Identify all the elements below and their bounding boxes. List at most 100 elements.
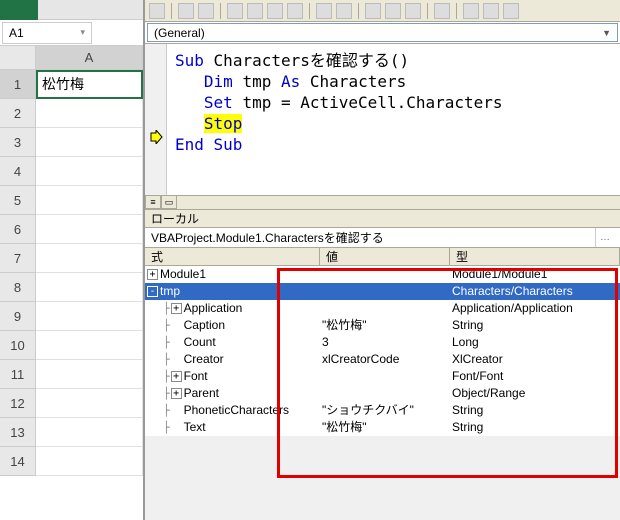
cell[interactable]: [36, 418, 143, 447]
locals-row[interactable]: ├+ ApplicationApplication/Application: [145, 300, 620, 317]
locals-row[interactable]: - tmpCharacters/Characters: [145, 283, 620, 300]
sheet-row: 11: [0, 360, 143, 389]
cell[interactable]: [36, 244, 143, 273]
break-icon[interactable]: [385, 3, 401, 19]
locals-row[interactable]: ├ Caption"松竹梅"String: [145, 317, 620, 334]
find-icon[interactable]: [287, 3, 303, 19]
collapse-icon[interactable]: -: [147, 286, 158, 297]
sheet-row: 10: [0, 331, 143, 360]
cell[interactable]: [36, 447, 143, 476]
locals-row[interactable]: ├ PhoneticCharacters"ショウチクバイ"String: [145, 402, 620, 419]
redo-icon[interactable]: [336, 3, 352, 19]
locals-header-expr[interactable]: 式: [145, 248, 320, 265]
cell[interactable]: [36, 215, 143, 244]
vbe-toolbar: [145, 0, 620, 22]
row-header[interactable]: 9: [0, 302, 36, 331]
expand-icon[interactable]: +: [171, 303, 182, 314]
cell[interactable]: [36, 302, 143, 331]
cell[interactable]: [36, 128, 143, 157]
row-header[interactable]: 5: [0, 186, 36, 215]
sheet-row: 8: [0, 273, 143, 302]
sheet-row: 6: [0, 215, 143, 244]
row-header[interactable]: 7: [0, 244, 36, 273]
sheet-row: 9: [0, 302, 143, 331]
hscroll-track[interactable]: [177, 195, 620, 209]
reset-icon[interactable]: [405, 3, 421, 19]
locals-type: Long: [450, 334, 620, 351]
proc-view-icon[interactable]: ≡: [145, 195, 161, 209]
tree-line-icon: ├: [163, 368, 169, 385]
row-header[interactable]: 4: [0, 157, 36, 186]
code-text[interactable]: Sub Charactersを確認する() Dim tmp As Charact…: [145, 44, 620, 155]
expand-icon[interactable]: +: [171, 388, 182, 399]
locals-context-dropdown[interactable]: …: [595, 228, 614, 247]
locals-value: "ショウチクバイ": [320, 402, 450, 419]
row-header[interactable]: 2: [0, 99, 36, 128]
chevron-down-icon: ▼: [602, 28, 611, 38]
row-header[interactable]: 10: [0, 331, 36, 360]
copy-icon[interactable]: [247, 3, 263, 19]
row-header[interactable]: 14: [0, 447, 36, 476]
select-all-corner[interactable]: [0, 46, 36, 70]
expand-icon[interactable]: +: [171, 371, 182, 382]
cell[interactable]: [36, 99, 143, 128]
view-excel-icon[interactable]: [149, 3, 165, 19]
save-icon[interactable]: [198, 3, 214, 19]
locals-row[interactable]: ├ CreatorxlCreatorCodeXlCreator: [145, 351, 620, 368]
row-header[interactable]: 1: [0, 70, 36, 99]
sheet-grid[interactable]: A 1松竹梅234567891011121314: [0, 46, 143, 476]
cut-icon[interactable]: [227, 3, 243, 19]
properties-icon[interactable]: [483, 3, 499, 19]
cell[interactable]: [36, 360, 143, 389]
code-pane[interactable]: Sub Charactersを確認する() Dim tmp As Charact…: [145, 44, 620, 210]
sheet-row: 13: [0, 418, 143, 447]
locals-header-value[interactable]: 値: [320, 248, 450, 265]
column-header-a[interactable]: A: [36, 46, 143, 70]
row-header[interactable]: 13: [0, 418, 36, 447]
full-view-icon[interactable]: ▭: [161, 195, 177, 209]
tree-line-icon: ├: [163, 334, 169, 351]
undo-icon[interactable]: [316, 3, 332, 19]
project-explorer-icon[interactable]: [463, 3, 479, 19]
locals-value: [320, 368, 450, 385]
cell[interactable]: [36, 389, 143, 418]
locals-type: Font/Font: [450, 368, 620, 385]
locals-value: [320, 385, 450, 402]
excel-file-tab[interactable]: [0, 0, 38, 20]
run-icon[interactable]: [365, 3, 381, 19]
locals-row[interactable]: ├ Count3Long: [145, 334, 620, 351]
vbe-window: (General) ▼ Sub Charactersを確認する() Dim tm…: [145, 0, 620, 520]
row-header[interactable]: 11: [0, 360, 36, 389]
cell[interactable]: 松竹梅: [36, 70, 143, 99]
chevron-down-icon[interactable]: ▾: [80, 27, 85, 38]
cell[interactable]: [36, 157, 143, 186]
object-browser-icon[interactable]: [503, 3, 519, 19]
cell[interactable]: [36, 186, 143, 215]
name-box[interactable]: A1 ▾: [2, 22, 92, 44]
locals-header-type[interactable]: 型: [450, 248, 620, 265]
locals-expr: Parent: [184, 385, 219, 402]
row-header[interactable]: 8: [0, 273, 36, 302]
locals-expr: PhoneticCharacters: [184, 402, 289, 419]
cell[interactable]: [36, 273, 143, 302]
locals-row[interactable]: ├+ ParentObject/Range: [145, 385, 620, 402]
object-dropdown[interactable]: (General) ▼: [147, 23, 618, 42]
code-margin: [145, 44, 167, 196]
insert-icon[interactable]: [178, 3, 194, 19]
tree-line-icon: ├: [163, 419, 169, 436]
locals-row[interactable]: + Module1Module1/Module1: [145, 266, 620, 283]
row-header[interactable]: 12: [0, 389, 36, 418]
locals-header-row: 式 値 型: [145, 248, 620, 266]
row-header[interactable]: 3: [0, 128, 36, 157]
locals-value: xlCreatorCode: [320, 351, 450, 368]
locals-grid: 式 値 型 + Module1Module1/Module1- tmpChara…: [145, 248, 620, 436]
paste-icon[interactable]: [267, 3, 283, 19]
locals-row[interactable]: ├+ FontFont/Font: [145, 368, 620, 385]
expand-icon[interactable]: +: [147, 269, 158, 280]
cell[interactable]: [36, 331, 143, 360]
row-header[interactable]: 6: [0, 215, 36, 244]
locals-type: String: [450, 419, 620, 436]
design-mode-icon[interactable]: [434, 3, 450, 19]
sheet-row: 5: [0, 186, 143, 215]
locals-row[interactable]: ├ Text"松竹梅"String: [145, 419, 620, 436]
